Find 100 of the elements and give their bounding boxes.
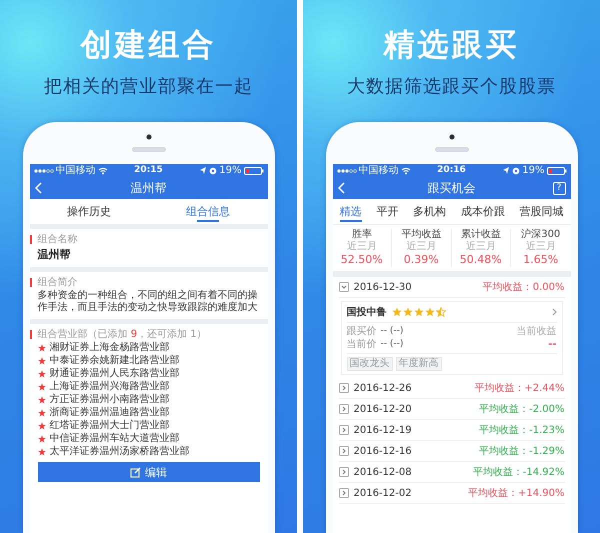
back-icon[interactable] — [34, 182, 42, 194]
date-row[interactable]: 2016-12-30 平均收益：0.00% — [338, 277, 564, 298]
stat-value: 50.48% — [458, 253, 503, 267]
star-icon — [38, 344, 46, 352]
tab[interactable]: 操作历史 — [30, 199, 148, 224]
average-return: 平均收益：-1.29% — [479, 445, 564, 458]
date-row[interactable]: 2016-12-16 平均收益：-1.29% — [338, 441, 564, 462]
stat-label: 平均收益 — [400, 229, 442, 240]
group-name: 温州帮 — [38, 247, 72, 262]
expand-icon[interactable] — [338, 467, 348, 477]
tab[interactable]: 平开 — [374, 199, 400, 224]
stat-period: 近三月 — [524, 241, 557, 253]
camera-icon — [448, 134, 454, 140]
average-return: 平均收益：0.00% — [482, 281, 564, 294]
branch-name: 上海证券温州兴海路营业部 — [50, 380, 170, 393]
lock-rotation-icon — [512, 166, 520, 174]
date-row[interactable]: 2016-12-19 平均收益：-1.23% — [338, 420, 564, 441]
price-value: -- (--) — [380, 338, 404, 351]
stat-period: 近三月 — [405, 241, 438, 253]
stock-name: 国投中鲁 — [346, 306, 386, 319]
branch-list-header: 组合营业部（已添加 9，还可添加 1） — [38, 328, 207, 341]
date-text: 2016-12-02 — [354, 488, 413, 498]
battery-percent: 19% — [522, 165, 544, 176]
date-text: 2016-12-30 — [354, 282, 413, 292]
tag: 年度新高 — [396, 357, 442, 371]
headline: 创建组合 — [80, 26, 216, 64]
star-icon — [414, 307, 424, 317]
battery-percent: 19% — [219, 165, 242, 176]
average-return: 平均收益：+2.44% — [474, 382, 564, 395]
subtitle: 大数据筛选跟买个股股票 — [347, 76, 556, 98]
star-icon — [38, 370, 46, 378]
stat-period: 近三月 — [464, 241, 497, 253]
tab[interactable]: 营股同城 — [518, 199, 566, 224]
date-row[interactable]: 2016-12-08 平均收益：-14.92% — [338, 462, 564, 483]
battery-icon — [546, 166, 566, 174]
headline: 精选跟买 — [384, 26, 520, 64]
star-icon — [38, 422, 46, 430]
status-time: 20:16 — [437, 165, 466, 176]
expand-icon[interactable] — [338, 404, 348, 414]
date-row[interactable]: 2016-12-02 平均收益：+14.90% — [338, 483, 564, 504]
location-icon — [199, 166, 208, 175]
subtitle: 把相关的营业部聚在一起 — [44, 76, 253, 98]
average-return: 平均收益：-1.23% — [479, 424, 564, 437]
star-icon — [424, 307, 434, 317]
carrier-name: 中国移动 — [358, 165, 398, 176]
accent-bar — [30, 278, 32, 287]
tab[interactable]: 组合信息 — [148, 199, 268, 224]
tab[interactable]: 多机构 — [411, 199, 448, 224]
accent-bar — [30, 235, 32, 244]
average-return: 平均收益：+14.90% — [468, 487, 564, 500]
tab[interactable]: 成本价跟 — [458, 199, 507, 224]
collapse-icon[interactable] — [338, 282, 348, 292]
speaker-icon — [132, 147, 166, 152]
signal-icon — [336, 168, 356, 174]
return-value: -- — [548, 338, 556, 351]
expand-icon[interactable] — [338, 446, 348, 456]
branch-name: 浙商证券温州温迪路营业部 — [50, 406, 170, 419]
branch-name: 湘财证券上海金杨路营业部 — [50, 341, 170, 354]
expand-icon[interactable] — [338, 488, 348, 498]
back-icon[interactable] — [338, 182, 346, 194]
star-icon — [38, 408, 46, 416]
date-text: 2016-12-26 — [354, 382, 413, 394]
tag: 国改龙头 — [346, 357, 392, 371]
stat-label: 累计收益 — [460, 229, 502, 240]
edit-button[interactable]: 编辑 — [38, 462, 260, 482]
field-label: 组合简介 — [38, 276, 78, 289]
screen-title: 温州帮 — [130, 180, 168, 196]
star-icon — [38, 434, 46, 442]
wifi-icon — [98, 166, 108, 174]
speaker-icon — [434, 147, 468, 152]
tab[interactable]: 精选 — [338, 199, 364, 224]
battery-icon — [244, 166, 264, 174]
help-button[interactable]: ? — [552, 182, 566, 194]
expand-icon[interactable] — [338, 425, 348, 435]
branch-name: 太平洋证券温州汤家桥路营业部 — [50, 445, 190, 458]
branch-name: 财通证券温州人民东路营业部 — [50, 367, 180, 380]
branch-name: 方正证券温州小南路营业部 — [50, 393, 170, 406]
stat-label: 胜率 — [350, 229, 373, 240]
star-icon — [38, 396, 46, 404]
price-value: -- (--) — [380, 325, 404, 338]
stat-label: 沪深300 — [520, 229, 562, 240]
camera-icon — [146, 134, 152, 140]
wifi-icon — [400, 166, 410, 174]
star-icon — [402, 307, 412, 317]
accent-bar — [30, 330, 32, 339]
edit-icon — [130, 466, 141, 478]
branch-name: 中泰证券余姚新建北路营业部 — [50, 354, 180, 367]
branch-name: 中信证券温州车站大道营业部 — [50, 432, 180, 445]
star-icon — [392, 307, 402, 317]
lock-rotation-icon — [209, 166, 218, 174]
group-description: 多种资金的一种组合，不同的组之间有着不同的操作手法，而且手法的变动之快导致跟踪的难度加大 — [38, 290, 258, 314]
average-return: 平均收益：-14.92% — [472, 466, 564, 479]
date-row[interactable]: 2016-12-20 平均收益：-2.00% — [338, 399, 564, 420]
location-icon — [502, 166, 510, 175]
date-row[interactable]: 2016-12-26 平均收益：+2.44% — [338, 378, 564, 399]
stat-value: 0.39% — [402, 253, 440, 267]
expand-icon[interactable] — [338, 383, 348, 393]
stat-value: 52.50% — [340, 253, 384, 267]
branch-name: 红塔证券温州大士门营业部 — [50, 419, 170, 432]
chevron-icon[interactable] — [552, 308, 556, 316]
